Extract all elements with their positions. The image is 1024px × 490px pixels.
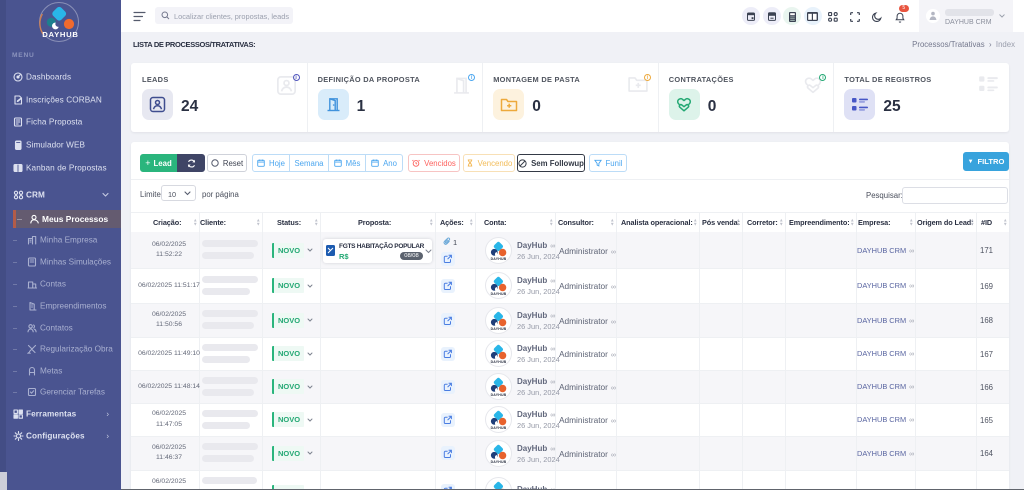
svg-text:DAYHUB: DAYHUB	[491, 360, 507, 364]
svg-text:DAYHUB: DAYHUB	[491, 292, 507, 296]
svg-text:DAYHUB: DAYHUB	[491, 426, 507, 430]
svg-text:DAYHUB: DAYHUB	[491, 256, 507, 260]
svg-text:DAYHUB: DAYHUB	[491, 459, 507, 463]
svg-text:DAYHUB: DAYHUB	[491, 326, 507, 330]
svg-text:DAYHUB: DAYHUB	[491, 393, 507, 397]
